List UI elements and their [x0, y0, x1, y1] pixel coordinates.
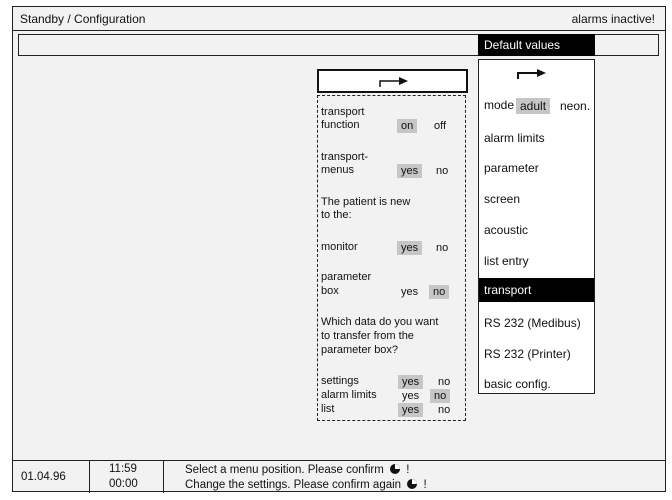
parameter-box-label-1: parameter [321, 271, 372, 283]
monitor-label: monitor [321, 241, 358, 253]
status-divider [89, 461, 90, 493]
list-yes[interactable]: yes [398, 403, 424, 417]
right-turn-arrow-icon [379, 77, 408, 87]
rotary-knob-icon [390, 464, 400, 474]
settings-no[interactable]: no [434, 375, 454, 389]
menu-item-acoustic[interactable]: acoustic [484, 223, 528, 237]
rotary-knob-icon [407, 479, 418, 489]
list-label: list [321, 403, 335, 415]
status-time-2: 00:00 [109, 478, 138, 490]
status-divider [163, 461, 164, 493]
monitor-no[interactable]: no [432, 241, 452, 255]
main-window: Standby / Configuration alarms inactive!… [12, 6, 666, 493]
transport-menus-label-2: menus [321, 164, 355, 176]
status-message-2-text: Change the settings. Please confirm agai… [185, 479, 402, 491]
transport-menus-yes[interactable]: yes [397, 164, 423, 178]
mode-label: mode [484, 98, 515, 112]
parameter-box-yes[interactable]: yes [397, 285, 422, 299]
menu-item-screen[interactable]: screen [484, 192, 520, 206]
menu-item-parameter[interactable]: parameter [484, 161, 539, 175]
transport-function-off[interactable]: off [430, 119, 450, 133]
menu-header: Default values [478, 34, 595, 56]
menu-item-rs232-printer[interactable]: RS 232 (Printer) [484, 347, 571, 361]
status-message-2-end: ! [423, 479, 427, 491]
parameter-box-no[interactable]: no [429, 285, 450, 299]
transport-function-label-2: function [321, 119, 360, 131]
mode-option-adult[interactable]: adult [516, 98, 551, 114]
status-message-2: Change the settings. Please confirm agai… [185, 478, 427, 491]
transfer-question-line-2: to transfer from the [321, 330, 414, 342]
transport-menus-label-1: transport- [321, 151, 369, 163]
submenu-header [317, 69, 468, 93]
alarm-limits-no[interactable]: no [430, 389, 451, 403]
monitor-yes[interactable]: yes [397, 241, 423, 255]
transport-menus-no[interactable]: no [432, 164, 452, 178]
default-values-menu: mode adult neon. alarm limits parameter … [478, 59, 595, 394]
right-turn-arrow-icon [517, 69, 546, 79]
alarm-status: alarms inactive! [571, 12, 655, 26]
status-date: 01.04.96 [21, 471, 66, 483]
settings-yes[interactable]: yes [398, 375, 424, 389]
patient-new-line-2: to the: [321, 209, 352, 221]
top-bar: Standby / Configuration alarms inactive! [13, 7, 665, 31]
list-no[interactable]: no [434, 403, 454, 417]
transfer-question-line-1: Which data do you want [321, 316, 439, 328]
menu-item-basic-config[interactable]: basic config. [484, 377, 551, 391]
alarm-limits-label: alarm limits [321, 389, 377, 401]
status-time-1: 11:59 [109, 463, 137, 475]
transport-function-label-1: transport [321, 106, 365, 118]
status-bar: 01.04.96 11:59 00:00 Select a menu posit… [13, 460, 665, 493]
status-message-1-end: ! [406, 464, 410, 476]
status-message-1-text: Select a menu position. Please confirm [185, 464, 384, 476]
parameter-box-label-2: box [321, 285, 339, 297]
menu-item-list-entry[interactable]: list entry [484, 254, 529, 268]
window-title: Standby / Configuration [20, 12, 146, 26]
menu-item-alarm-limits[interactable]: alarm limits [484, 131, 545, 145]
transfer-question-line-3: parameter box? [321, 344, 399, 356]
settings-label: settings [321, 375, 359, 387]
status-message-1: Select a menu position. Please confirm ! [185, 463, 409, 476]
menu-item-transport[interactable]: transport [479, 278, 594, 302]
menu-item-rs232-medibus[interactable]: RS 232 (Medibus) [484, 316, 581, 330]
mode-option-neon[interactable]: neon. [556, 98, 594, 114]
patient-new-line-1: The patient is new [321, 196, 411, 208]
menu-item-mode[interactable]: mode [484, 98, 514, 112]
transport-submenu: transport function on off transport- men… [317, 95, 466, 421]
transport-function-on[interactable]: on [397, 119, 418, 133]
alarm-limits-yes[interactable]: yes [398, 389, 423, 403]
